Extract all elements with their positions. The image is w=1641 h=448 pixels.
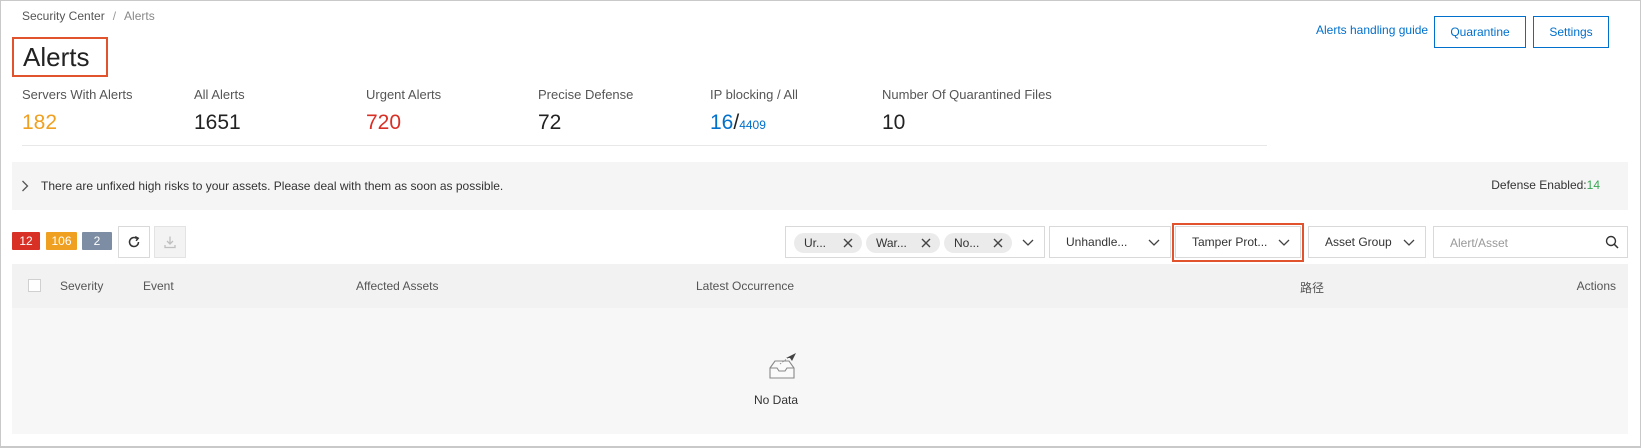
ip-total-count[interactable]: 4409 [739, 118, 766, 132]
stat-precise-defense: Precise Defense 72 [538, 87, 633, 135]
stat-value: 10 [882, 111, 906, 134]
breadcrumb-root-link[interactable]: Security Center [22, 9, 105, 23]
asset-group-select[interactable]: Asset Group [1308, 226, 1426, 258]
alert-type-filter-select[interactable]: Tamper Prot... [1175, 226, 1301, 258]
alerts-table-header: Severity Event Affected Assets Latest Oc… [12, 264, 1628, 308]
risk-banner: There are unfixed high risks to your ass… [12, 162, 1628, 210]
warning-count-badge: 106 [46, 232, 77, 250]
ip-blocked-count[interactable]: 16 [710, 111, 733, 134]
search-icon[interactable] [1605, 235, 1619, 249]
stat-value: 1651 [194, 111, 241, 134]
status-filter-select[interactable]: Unhandle... [1049, 226, 1171, 258]
stat-label: Servers With Alerts [22, 87, 133, 102]
breadcrumb-current: Alerts [124, 9, 155, 23]
breadcrumb: Security Center / Alerts [22, 9, 155, 23]
close-icon[interactable] [842, 237, 854, 249]
severity-tag: War... [866, 233, 940, 253]
close-icon[interactable] [920, 237, 932, 249]
column-header-affected-assets: Affected Assets [356, 279, 439, 293]
download-button[interactable] [154, 226, 186, 258]
severity-tag-label: Ur... [804, 236, 827, 250]
download-icon [164, 236, 176, 249]
column-header-latest-occurrence[interactable]: Latest Occurrence [696, 279, 794, 293]
status-filter-value: Unhandle... [1066, 235, 1128, 249]
stat-value-group: 16/4409 [710, 111, 798, 135]
stat-all-alerts: All Alerts 1651 [194, 87, 245, 135]
refresh-icon [128, 235, 140, 248]
column-header-actions: Actions [1576, 279, 1616, 293]
stat-label: All Alerts [194, 87, 245, 102]
stat-label: Urgent Alerts [366, 87, 442, 102]
defense-enabled-label: Defense Enabled: [1491, 178, 1587, 192]
close-icon[interactable] [992, 237, 1004, 249]
notice-count-badge: 2 [82, 232, 112, 250]
severity-tag-label: No... [954, 236, 980, 250]
chevron-right-icon[interactable] [18, 179, 32, 193]
alert-type-filter-value: Tamper Prot... [1192, 235, 1268, 249]
column-header-event: Event [143, 279, 174, 293]
chevron-down-icon [1022, 239, 1034, 246]
defense-enabled-count: 14 [1586, 178, 1600, 192]
asset-group-value: Asset Group [1325, 235, 1392, 249]
refresh-button[interactable] [118, 226, 150, 258]
stat-value: 72 [538, 111, 562, 134]
severity-filter-select[interactable]: Ur... War... No... [785, 226, 1045, 258]
alert-search-input[interactable] [1448, 235, 1602, 251]
empty-inbox-icon [769, 353, 796, 379]
chevron-down-icon [1403, 239, 1415, 246]
select-all-checkbox[interactable] [28, 279, 41, 292]
stat-quarantined-files: Number Of Quarantined Files 10 [882, 87, 1052, 135]
severity-tag-label: War... [876, 236, 907, 250]
stat-urgent-alerts: Urgent Alerts 720 [366, 87, 441, 135]
quarantine-button[interactable]: Quarantine [1434, 16, 1526, 48]
stat-servers-with-alerts: Servers With Alerts 182 [22, 87, 133, 135]
stat-label: Number Of Quarantined Files [882, 87, 1052, 102]
chevron-down-icon [1278, 239, 1290, 246]
stat-label: Precise Defense [538, 87, 634, 102]
page-title: Alerts [12, 37, 108, 77]
stat-label: IP blocking / All [710, 87, 798, 102]
column-header-severity[interactable]: Severity [60, 279, 103, 293]
severity-tag: Ur... [794, 233, 862, 253]
stats-divider [22, 145, 1267, 146]
stat-ip-blocking: IP blocking / All 16/4409 [710, 87, 798, 135]
alerts-handling-guide-link[interactable]: Alerts handling guide [1316, 23, 1428, 37]
urgent-count-badge: 12 [12, 232, 40, 250]
alerts-table-body: No Data [12, 308, 1628, 434]
empty-state-text: No Data [754, 393, 799, 407]
stat-value[interactable]: 182 [22, 111, 133, 135]
breadcrumb-separator: / [112, 9, 117, 23]
severity-tag: No... [944, 233, 1012, 253]
defense-enabled-status: Defense Enabled:14 [1491, 178, 1600, 192]
settings-button[interactable]: Settings [1533, 16, 1609, 48]
chevron-down-icon [1148, 239, 1160, 246]
column-header-path: 路径 [1300, 281, 1325, 295]
stat-value[interactable]: 720 [366, 111, 441, 135]
alert-search-box [1433, 226, 1628, 258]
risk-banner-message: There are unfixed high risks to your ass… [41, 179, 504, 193]
